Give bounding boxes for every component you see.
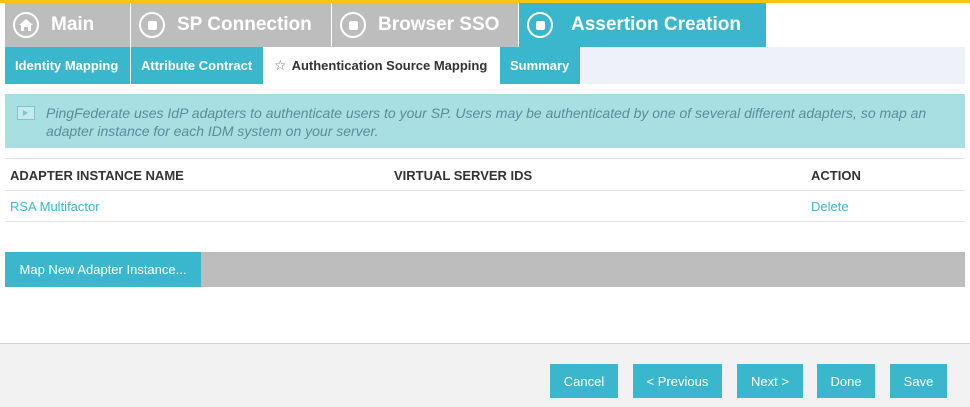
info-text: PingFederate uses IdP adapters to authen… [46, 105, 927, 139]
tab-attribute-contract-label: Attribute Contract [141, 58, 253, 73]
adapter-instance-table: ADAPTER INSTANCE NAME VIRTUAL SERVER IDS… [5, 158, 965, 222]
tab-attribute-contract[interactable]: Attribute Contract [131, 47, 264, 84]
tab-sp-connection-label: SP Connection [177, 14, 312, 35]
cancel-button[interactable]: Cancel [550, 364, 618, 398]
table-row: RSA Multifactor Delete [5, 190, 965, 222]
secondary-tabs: Identity Mapping Attribute Contract ☆ Au… [5, 47, 581, 84]
home-icon [13, 12, 39, 38]
tab-browser-sso-label: Browser SSO [378, 14, 500, 35]
tab-authentication-source-mapping-label: Authentication Source Mapping [291, 58, 488, 73]
info-icon [17, 106, 35, 120]
tab-assertion-creation[interactable]: Assertion Creation [519, 3, 767, 47]
tab-main[interactable]: Main [5, 3, 131, 47]
column-header-action: ACTION [811, 168, 861, 183]
save-button[interactable]: Save [890, 364, 947, 398]
column-header-virtual-server-ids: VIRTUAL SERVER IDS [394, 168, 533, 183]
tab-summary-label: Summary [510, 58, 570, 73]
column-header-adapter-instance-name: ADAPTER INSTANCE NAME [10, 168, 184, 183]
map-new-adapter-instance-button[interactable]: Map New Adapter Instance... [5, 252, 201, 287]
star-icon: ☆ [274, 57, 287, 73]
next-button[interactable]: Next > [737, 364, 803, 398]
table-header-row: ADAPTER INSTANCE NAME VIRTUAL SERVER IDS… [5, 158, 965, 190]
tab-authentication-source-mapping[interactable]: ☆ Authentication Source Mapping [264, 47, 500, 84]
done-button[interactable]: Done [817, 364, 875, 398]
square-icon [139, 12, 165, 38]
adapter-instance-link[interactable]: RSA Multifactor [10, 199, 100, 214]
tab-main-label: Main [51, 14, 95, 35]
primary-tabs: Main SP Connection Browser SSO Assertion… [5, 3, 767, 47]
tab-identity-mapping[interactable]: Identity Mapping [5, 47, 131, 84]
tab-sp-connection[interactable]: SP Connection [131, 3, 332, 47]
tab-assertion-creation-label: Assertion Creation [571, 14, 741, 35]
square-icon [527, 12, 553, 38]
map-adapter-bar: Map New Adapter Instance... [5, 252, 965, 287]
square-icon [340, 12, 366, 38]
tab-identity-mapping-label: Identity Mapping [15, 58, 119, 73]
info-banner: PingFederate uses IdP adapters to authen… [5, 94, 965, 148]
footer-bar: Cancel < Previous Next > Done Save [0, 343, 970, 407]
tab-summary[interactable]: Summary [500, 47, 581, 84]
delete-link[interactable]: Delete [811, 199, 849, 214]
tab-browser-sso[interactable]: Browser SSO [332, 3, 519, 47]
previous-button[interactable]: < Previous [633, 364, 722, 398]
